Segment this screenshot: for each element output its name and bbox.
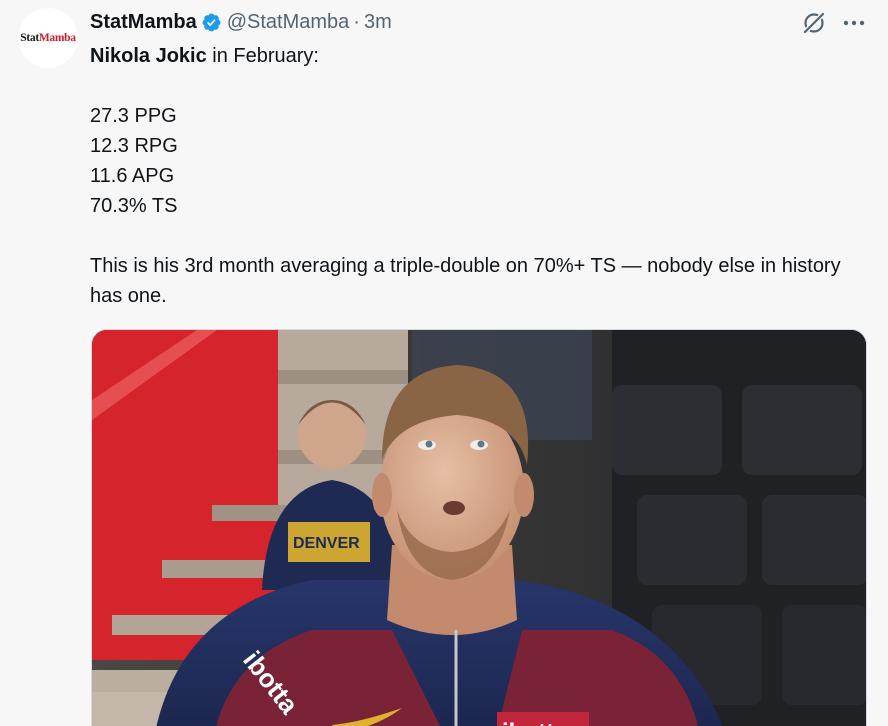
timestamp[interactable]: 3m: [364, 11, 392, 34]
tweet-photo[interactable]: ibotta ibotta DENVER: [91, 329, 867, 726]
avatar[interactable]: Stat Mamba: [18, 8, 78, 68]
stat-line: 27.3 PPG: [90, 105, 177, 127]
avatar-logo-stat: Stat: [20, 32, 39, 44]
stat-line: 70.3% TS: [90, 195, 178, 217]
photo-illustration: ibotta ibotta DENVER: [92, 330, 866, 726]
background-jersey-text: DENVER: [293, 535, 360, 552]
more-icon[interactable]: [840, 10, 868, 36]
tweet: Stat Mamba StatMamba @StatMamba · 3m Niko…: [0, 0, 888, 726]
chest-sponsor-text: ibotta: [502, 719, 568, 726]
handle[interactable]: @StatMamba: [227, 11, 350, 34]
display-name[interactable]: StatMamba: [90, 11, 197, 34]
stat-line: 11.6 APG: [90, 165, 175, 187]
verified-badge-icon[interactable]: [201, 12, 222, 33]
tweet-header: StatMamba @StatMamba · 3m: [90, 9, 392, 35]
separator-dot: ·: [353, 10, 360, 33]
summary-text: This is his 3rd month averaging a triple…: [90, 255, 841, 307]
player-name: Nikola Jokic: [90, 45, 207, 67]
grok-icon[interactable]: [800, 9, 828, 37]
avatar-logo-mamba: Mamba: [38, 32, 76, 44]
intro-rest: in February:: [206, 45, 319, 67]
tweet-intro-line: Nikola Jokic in February:: [90, 41, 870, 71]
tweet-text: Nikola Jokic in February: 27.3 PPG 12.3 …: [90, 41, 870, 311]
stat-line: 12.3 RPG: [90, 135, 178, 157]
